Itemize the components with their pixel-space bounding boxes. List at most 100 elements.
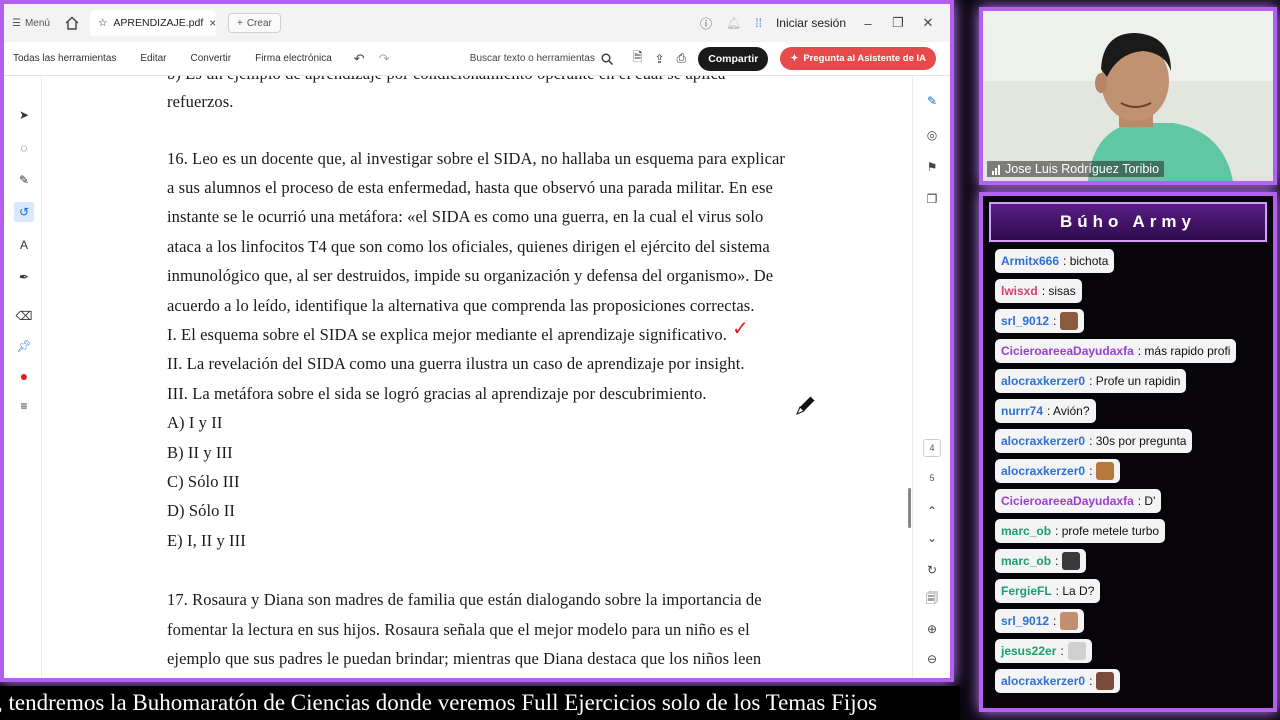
zoom-in-icon[interactable]: ⊕ — [925, 622, 939, 636]
ai-sparkle-icon: ✦ — [790, 53, 799, 64]
sign-pen-icon[interactable]: ✒ — [17, 270, 31, 284]
doc-line: ataca a los linfocitos T4 que son como l… — [167, 237, 770, 256]
pin-icon[interactable]: 📌︎ — [16, 339, 31, 353]
share-button[interactable]: Compartir — [698, 46, 769, 71]
ai-summary-icon[interactable]: ✎ — [925, 94, 939, 108]
red-check-annotation: ✓ — [732, 316, 749, 340]
chat-text: : — [1053, 314, 1057, 328]
bell-icon[interactable]: 🔔︎ — [726, 16, 741, 30]
current-page-indicator[interactable]: 4 — [923, 439, 941, 457]
chat-username[interactable]: nurrr74 — [1001, 404, 1043, 418]
chat-text: : — [1089, 674, 1093, 688]
emote-icon — [1060, 612, 1079, 630]
emote-icon — [1062, 552, 1081, 570]
cursor-select-icon[interactable]: ➤ — [17, 108, 31, 122]
chat-username[interactable]: alocraxkerzer0 — [1001, 464, 1085, 478]
chat-username[interactable]: alocraxkerzer0 — [1001, 674, 1085, 688]
chat-username[interactable]: CicieroareeaDayudaxfa — [1001, 494, 1134, 508]
highlight-pen-icon[interactable]: ✎ — [17, 173, 31, 187]
chat-title: Búho Army — [989, 202, 1267, 242]
chat-message: FergieFL: La D? — [995, 579, 1101, 603]
toolbar-esign[interactable]: Firma electrónica — [255, 53, 332, 64]
chat-username[interactable]: alocraxkerzer0 — [1001, 434, 1085, 448]
new-tab-button[interactable]: + Crear — [227, 13, 281, 33]
zoom-out-icon[interactable]: ⊖ — [925, 652, 939, 666]
chat-text: : bichota — [1063, 254, 1109, 268]
chevron-up-icon[interactable]: ⌃ — [925, 504, 939, 518]
doc-line: acuerdo a lo leído, identifique la alter… — [167, 296, 755, 315]
upload-cloud-icon[interactable]: ⇪ — [655, 52, 665, 66]
save-icon[interactable]: 🗎︎ — [633, 48, 643, 69]
next-page-indicator[interactable]: 5 — [923, 473, 941, 483]
rotate-icon[interactable]: ↻ — [925, 563, 939, 577]
chevron-down-icon[interactable]: ⌄ — [925, 531, 939, 545]
left-toolbar: ➤ ◌ ✎ ↺ A ✒ ⌫ 📌︎ ● ≡ — [4, 76, 42, 678]
doc-line: 16. Leo es un docente que, al investigar… — [167, 149, 786, 168]
chat-username[interactable]: FergieFL — [1001, 584, 1052, 598]
chat-text: : profe metele turbo — [1055, 524, 1160, 538]
chat-message: nurrr74: Avión? — [995, 399, 1096, 423]
page-options-icon[interactable]: 🗐︎ — [925, 591, 939, 606]
eraser-icon[interactable]: ⌫ — [16, 309, 33, 323]
home-icon[interactable] — [64, 15, 80, 31]
apps-grid-icon[interactable]: ⁞⁞ — [755, 16, 762, 30]
chat-message: lwisxd: sisas — [995, 279, 1082, 303]
close-window-icon[interactable]: ✕ — [920, 15, 936, 31]
comments-panel-icon[interactable]: ◎ — [925, 128, 939, 142]
star-icon[interactable]: ☆ — [98, 17, 107, 29]
chat-text: : La D? — [1055, 584, 1095, 598]
print-icon[interactable]: ⎙ — [677, 51, 687, 66]
ticker-text: , tendremos la Buhomaratón de Ciencias d… — [0, 690, 878, 715]
chat-text: : sisas — [1041, 284, 1076, 298]
chat-message: CicieroareeaDayudaxfa: más rapido profi — [995, 339, 1237, 363]
more-tools-icon[interactable]: ≡ — [17, 399, 31, 413]
toolbar-edit[interactable]: Editar — [140, 53, 166, 64]
emote-icon — [1096, 462, 1115, 480]
chat-username[interactable]: marc_ob — [1001, 524, 1051, 538]
chat-message: marc_ob: — [995, 549, 1087, 573]
chat-message: alocraxkerzer0: — [995, 669, 1121, 693]
chat-message: marc_ob : profe metele turbo — [995, 519, 1166, 543]
chat-text: : — [1060, 644, 1064, 658]
chat-username[interactable]: srl_9012 — [1001, 314, 1049, 328]
chat-panel: Búho Army Armitx666 : bichota lwisxd: sisa… — [979, 192, 1277, 712]
search-icon[interactable] — [601, 53, 613, 65]
help-icon[interactable]: ⓘ — [700, 15, 712, 32]
menu-label: Menú — [24, 17, 50, 29]
scrollbar[interactable] — [908, 488, 911, 528]
chat-username[interactable]: lwisxd — [1001, 284, 1038, 298]
signal-strength-icon — [992, 164, 1000, 175]
freehand-draw-icon[interactable]: ↺ — [14, 202, 34, 222]
color-picker-icon[interactable]: ● — [17, 368, 31, 384]
emote-icon — [1067, 642, 1086, 660]
toolbar-convert[interactable]: Convertir — [191, 53, 232, 64]
pages-thumbnails-icon[interactable]: ❐ — [925, 192, 939, 206]
comment-icon[interactable]: ◌ — [17, 141, 31, 155]
presenter-name-label: Jose Luis Rodríguez Toribio — [987, 161, 1165, 177]
main-toolbar: Todas las herramientas Editar Convertir … — [4, 42, 950, 76]
chat-username[interactable]: srl_9012 — [1001, 614, 1049, 628]
doc-line: inmunológico que, al ser destruidos, imp… — [167, 266, 774, 285]
doc-line: instante se le ocurrió una metáfora: «el… — [167, 207, 764, 226]
ai-assistant-button[interactable]: ✦ Pregunta al Asistente de IA — [780, 47, 936, 70]
close-tab-icon[interactable]: × — [209, 16, 216, 30]
maximize-icon[interactable]: ❐ — [890, 15, 906, 31]
chat-username[interactable]: alocraxkerzer0 — [1001, 374, 1085, 388]
minimize-icon[interactable]: – — [860, 16, 876, 31]
redo-icon[interactable]: ↷ — [379, 51, 390, 67]
chat-username[interactable]: marc_ob — [1001, 554, 1051, 568]
text-box-icon[interactable]: A — [17, 238, 31, 252]
toolbar-all-tools[interactable]: Todas las herramientas — [13, 53, 116, 64]
undo-icon[interactable]: ↶ — [354, 51, 365, 67]
tab-aprendizaje-pdf[interactable]: ☆ APRENDIZAJE.pdf × — [89, 10, 216, 36]
chat-username[interactable]: Armitx666 — [1001, 254, 1059, 268]
bookmark-icon[interactable]: ⚑ — [925, 160, 939, 174]
doc-line: 17. Rosaura y Diana son madres de famili… — [167, 590, 762, 609]
signin-button[interactable]: Iniciar sesión — [776, 16, 846, 30]
chat-username[interactable]: CicieroareeaDayudaxfa — [1001, 344, 1134, 358]
chat-username[interactable]: jesus22er — [1001, 644, 1056, 658]
chat-message: alocraxkerzer0: Profe un rapidin — [995, 369, 1187, 393]
chat-message: Armitx666 : bichota — [995, 249, 1115, 273]
search-tools-label[interactable]: Buscar texto o herramientas — [470, 53, 595, 64]
menu-button[interactable]: ☰ Menú — [12, 18, 50, 29]
